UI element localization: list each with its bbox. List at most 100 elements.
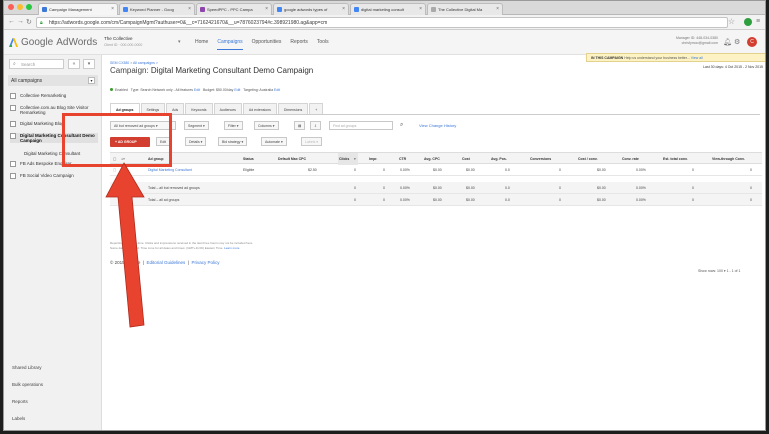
browser-tab[interactable]: SpeedPPC - PPC Campa × bbox=[196, 3, 272, 15]
breadcrumb[interactable]: SEM CX380 > All campaigns > bbox=[110, 61, 158, 65]
browser-tab[interactable]: Campaign Management × bbox=[38, 3, 118, 15]
col-clicks[interactable]: Clicks bbox=[339, 157, 349, 161]
browser-tab[interactable]: digital marketing consult × bbox=[350, 3, 426, 15]
sidebar-link-reports[interactable]: Reports bbox=[12, 399, 28, 404]
tab-dimensions[interactable]: Dimensions bbox=[277, 103, 309, 114]
cell-conv-rate: 0.00% bbox=[636, 168, 646, 172]
details-button[interactable]: Details ▾ bbox=[185, 137, 207, 146]
segment-button[interactable]: Segment ▾ bbox=[184, 121, 209, 130]
collapse-sidebar-button[interactable]: « bbox=[68, 59, 80, 69]
total-conv-rate: 0.00% bbox=[636, 198, 646, 202]
tab-close-icon[interactable]: × bbox=[342, 6, 345, 12]
search-icon[interactable]: ⌕ bbox=[400, 122, 403, 129]
all-campaigns-item[interactable]: All campaigns ▾ bbox=[8, 75, 98, 86]
tab-ad-extensions[interactable]: Ad extensions bbox=[242, 103, 277, 114]
maximize-window-button[interactable] bbox=[26, 4, 32, 10]
back-arrow-icon[interactable]: ← bbox=[8, 18, 15, 25]
find-ad-groups-input[interactable]: Find ad groups bbox=[329, 121, 393, 130]
sidebar-campaign-item[interactable]: Collective Remarketing bbox=[10, 93, 98, 99]
tab-favicon-icon bbox=[277, 7, 282, 12]
pagination[interactable]: Show rows: 100 ▾ 1 - 1 of 1 bbox=[698, 269, 740, 273]
labels-button[interactable]: Labels ▾ bbox=[301, 137, 323, 146]
download-icon[interactable]: ⇩ bbox=[310, 121, 321, 130]
search-icon: ⌕ bbox=[13, 61, 16, 67]
col-conv-rate[interactable]: Conv. rate bbox=[622, 157, 639, 161]
avatar[interactable]: C bbox=[747, 37, 757, 47]
edit-type-link[interactable]: Edit bbox=[194, 88, 200, 92]
nav-reports[interactable]: Reports bbox=[290, 39, 308, 50]
gear-icon[interactable]: ⚙ bbox=[734, 38, 740, 46]
sidebar-link-bulk-operations[interactable]: Bulk operations bbox=[12, 382, 43, 387]
nav-opportunities[interactable]: Opportunities bbox=[252, 39, 282, 50]
extension-icon[interactable] bbox=[744, 18, 752, 26]
address-bar[interactable]: 🔒︎ https://adwords.google.com/cm/Campaig… bbox=[36, 17, 728, 28]
learn-more-link[interactable]: Learn more bbox=[224, 246, 239, 250]
minimize-window-button[interactable] bbox=[17, 4, 23, 10]
adwords-logo[interactable]: Google AdWords bbox=[9, 37, 97, 48]
tab-close-icon[interactable]: × bbox=[496, 6, 499, 12]
tab-close-icon[interactable]: × bbox=[419, 6, 422, 12]
ad-group-name-link[interactable]: Digital Marketing Consultant bbox=[148, 168, 192, 172]
sort-descending-icon[interactable]: ▾ bbox=[354, 157, 356, 161]
menu-icon[interactable]: ≡ bbox=[756, 18, 760, 25]
manager-account-info[interactable]: Manager ID: 448-034-0380 chrisfymoo@gmai… bbox=[656, 36, 718, 46]
col-est-total-conv[interactable]: Est. total conv. bbox=[663, 157, 688, 161]
edit-targeting-link[interactable]: Edit bbox=[274, 88, 280, 92]
notifications-icon[interactable]: 🔔︎ bbox=[723, 38, 732, 46]
bookmark-star-icon[interactable]: ☆ bbox=[728, 17, 735, 26]
sidebar-campaign-item[interactable]: FB Social Video Campaign bbox=[10, 173, 98, 179]
col-cost-per-conv[interactable]: Cost / conv. bbox=[578, 157, 598, 161]
tab-audiences[interactable]: Audiences bbox=[213, 103, 242, 114]
tab-favicon-icon bbox=[200, 7, 205, 12]
status-dot-icon[interactable]: ● bbox=[123, 168, 125, 172]
table-row[interactable]: ▢ ● Digital Marketing Consultant Eligibl… bbox=[110, 164, 762, 176]
chevron-down-icon[interactable]: ▾ bbox=[178, 39, 181, 45]
col-view-through-conv[interactable]: View-through Conv. bbox=[712, 157, 745, 161]
sidebar-search-input[interactable]: ⌕ Search bbox=[9, 59, 64, 69]
forward-arrow-icon[interactable]: → bbox=[17, 18, 24, 25]
chart-icon[interactable]: ▤ bbox=[294, 121, 306, 130]
edit-budget-link[interactable]: Edit bbox=[234, 88, 240, 92]
row-checkbox[interactable]: ▢ bbox=[113, 168, 116, 172]
nav-tools[interactable]: Tools bbox=[317, 39, 329, 50]
nav-campaigns[interactable]: Campaigns bbox=[217, 39, 243, 50]
nav-home[interactable]: Home bbox=[195, 39, 208, 50]
col-status[interactable]: Status bbox=[243, 157, 254, 161]
manager-email: chrisfymoo@gmail.com bbox=[681, 41, 718, 45]
notice-view-all-link[interactable]: View all bbox=[691, 56, 703, 60]
tab-close-icon[interactable]: × bbox=[188, 6, 191, 12]
reload-icon[interactable]: ↻ bbox=[26, 18, 32, 26]
col-conversions[interactable]: Conversions bbox=[530, 157, 551, 161]
col-cost[interactable]: Cost bbox=[462, 157, 470, 161]
editorial-guidelines-link[interactable]: Editorial Guidelines bbox=[147, 260, 186, 265]
sidebar-link-shared-library[interactable]: Shared Library bbox=[12, 365, 42, 370]
main-content: IN THIS CAMPAIGN Help us understand your… bbox=[103, 53, 765, 430]
tab-add-more[interactable]: + bbox=[309, 103, 324, 114]
browser-tab[interactable]: Keyword Planner - Goog × bbox=[119, 3, 195, 15]
campaign-status[interactable]: Enabled bbox=[115, 88, 128, 92]
tab-close-icon[interactable]: × bbox=[265, 6, 268, 12]
chevron-down-icon[interactable]: ▾ bbox=[88, 77, 95, 84]
privacy-policy-link[interactable]: Privacy Policy bbox=[191, 260, 219, 265]
bid-strategy-button[interactable]: Bid strategy ▾ bbox=[218, 137, 248, 146]
filter-button[interactable]: Filter ▾ bbox=[224, 121, 243, 130]
col-avg-cpc[interactable]: Avg. CPC bbox=[424, 157, 440, 161]
date-range-selector[interactable]: Last 30 days: 4 Oct 2015 - 2 Nov 2015 bbox=[651, 65, 763, 73]
view-change-history-link[interactable]: View Change History bbox=[419, 123, 456, 128]
sidebar-options-button[interactable]: ▾ bbox=[83, 59, 95, 69]
close-window-button[interactable] bbox=[8, 4, 14, 10]
tab-keywords[interactable]: Keywords bbox=[185, 103, 213, 114]
col-ctr[interactable]: CTR bbox=[399, 157, 406, 161]
sidebar-link-labels[interactable]: Labels bbox=[12, 416, 25, 421]
browser-tab[interactable]: The Collective Digital Ma × bbox=[427, 3, 503, 15]
total-impr: 0 bbox=[383, 198, 385, 202]
col-default-max-cpc[interactable]: Default Max CPC bbox=[278, 157, 306, 161]
account-switcher[interactable]: The Collective Client ID · 000-000-0000 bbox=[104, 36, 142, 48]
browser-tab[interactable]: google adwords types of × bbox=[273, 3, 349, 15]
columns-button[interactable]: Columns ▾ bbox=[254, 121, 279, 130]
automate-button[interactable]: Automate ▾ bbox=[261, 137, 287, 146]
tab-close-icon[interactable]: × bbox=[111, 6, 114, 12]
cell-max-cpc[interactable]: $2.50 bbox=[308, 168, 317, 172]
col-avg-pos[interactable]: Avg. Pos. bbox=[491, 157, 507, 161]
col-impr[interactable]: Impr. bbox=[369, 157, 377, 161]
